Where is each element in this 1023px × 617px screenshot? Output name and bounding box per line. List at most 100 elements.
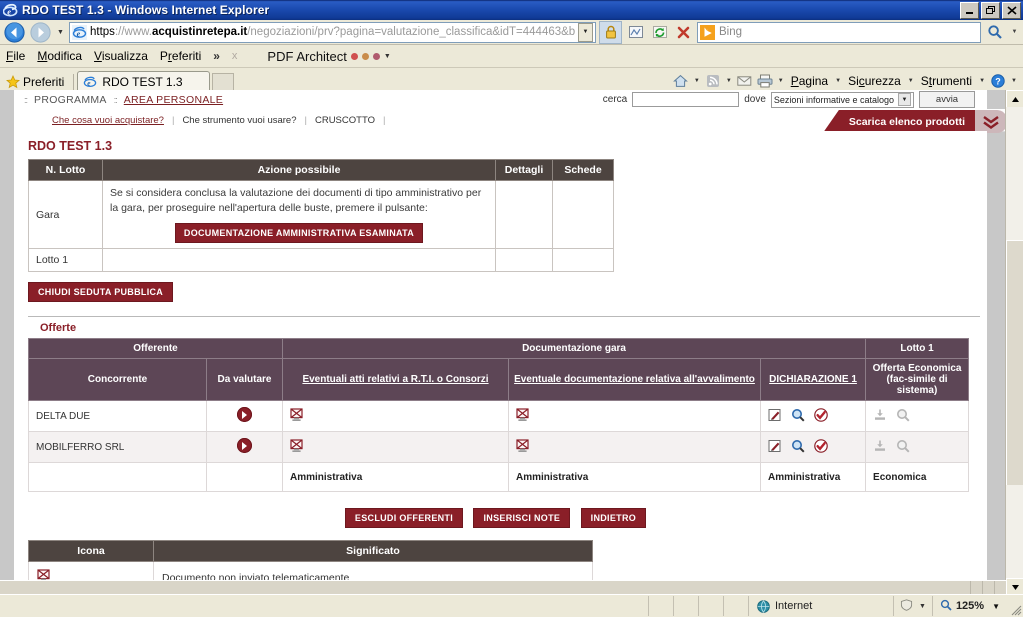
favorites-button[interactable]: Preferiti [4, 72, 70, 91]
nav-area-personale[interactable]: AREA PERSONALE [124, 94, 223, 106]
th-avvalimento[interactable]: Eventuale documentazione relativa all'av… [508, 358, 762, 402]
pdf-architect-toolbar[interactable]: PDF Architect ▼ [267, 49, 390, 64]
offerte-footer-row: Amministrativa Amministrativa Amministra… [28, 462, 970, 493]
pdf-icon-2[interactable] [361, 52, 369, 60]
sicurezza-chevron-down-icon[interactable]: ▼ [906, 78, 916, 84]
arrow-button-icon[interactable] [237, 438, 252, 454]
scarica-elenco-prodotti-button[interactable]: Scarica elenco prodotti [822, 110, 1007, 133]
th-group-documentazione-gara: Documentazione gara [282, 338, 867, 360]
window-resize-handle[interactable] [1007, 595, 1023, 617]
th-icona: Icona [28, 540, 154, 563]
stop-icon[interactable] [673, 22, 694, 43]
pdf-chevron-down-icon[interactable]: ▼ [384, 53, 391, 60]
site-top-bar: :: PROGRAMMA :: AREA PERSONALE cerca dov… [14, 90, 987, 109]
url-dropdown-chevron-down-icon[interactable]: ▼ [578, 22, 593, 42]
subnav-item-0[interactable]: Che cosa vuoi acquistare? [52, 115, 164, 126]
scroll-track-above[interactable] [1006, 107, 1023, 240]
escludi-offerenti-button[interactable]: ESCLUDI OFFERENTI [344, 508, 464, 529]
dove-select[interactable]: Sezioni informative e catalogo ▼ [770, 91, 914, 108]
nav-programma[interactable]: PROGRAMMA [34, 94, 107, 106]
restore-button[interactable] [981, 2, 1000, 19]
browser-tab[interactable]: e RDO TEST 1.3 [77, 71, 210, 92]
subnav-item-1[interactable]: Che strumento vuoi usare? [182, 115, 296, 126]
print-chevron-down-icon[interactable]: ▼ [776, 78, 786, 84]
menu-overflow-icon[interactable]: » [213, 49, 220, 63]
rss-chevron-down-icon[interactable]: ▼ [724, 78, 734, 84]
lock-icon[interactable] [599, 20, 622, 44]
close-button[interactable] [1002, 2, 1021, 19]
compatibility-view-icon[interactable] [625, 22, 646, 43]
dots-icon-1: :: [24, 94, 28, 105]
indietro-button[interactable]: INDIETRO [580, 508, 647, 529]
home-chevron-down-icon[interactable]: ▼ [692, 78, 702, 84]
zoom-chevron-down-icon[interactable]: ▼ [988, 602, 1000, 611]
help-icon[interactable]: ? [989, 72, 1007, 90]
dove-label: dove [744, 94, 766, 105]
cerca-input[interactable] [632, 92, 740, 107]
menu-modifica[interactable]: Modifica [37, 49, 82, 63]
magnifier-icon[interactable] [791, 408, 805, 425]
hsb-cell-1 [970, 581, 982, 595]
pagina-chevron-down-icon[interactable]: ▼ [833, 78, 843, 84]
documentazione-amministrativa-esaminata-button[interactable]: DOCUMENTAZIONE AMMINISTRATIVA ESAMINATA [174, 223, 424, 244]
status-cell-3 [698, 596, 723, 616]
protected-mode-chevron-down-icon[interactable]: ▼ [919, 603, 926, 610]
back-icon[interactable] [3, 21, 26, 43]
protected-mode-cell[interactable]: ▼ [893, 596, 932, 616]
menu-strumenti[interactable]: Strumenti [918, 74, 975, 88]
subnav-item-2[interactable]: CRUSCOTTO [315, 115, 375, 126]
edit-icon[interactable] [768, 408, 782, 425]
vertical-scrollbar[interactable] [1005, 90, 1023, 597]
menu-preferiti[interactable]: Preferiti [160, 49, 201, 63]
search-go-icon[interactable] [984, 22, 1006, 43]
th-offerta-economica: Offerta Economica (fac-simile di sistema… [865, 358, 970, 402]
ie-command-bar: ▼ ▼ ▼ Pagina ▼ Sicurezza ▼ Strumenti ▼ ?… [672, 72, 1019, 90]
avvia-button[interactable]: avvia [919, 91, 975, 108]
window-titlebar: e RDO TEST 1.3 - Windows Internet Explor… [0, 0, 1023, 20]
pdf-icon-1[interactable] [350, 52, 358, 60]
menu-sicurezza[interactable]: Sicurezza [845, 74, 904, 88]
cell-footer-5: Economica [865, 462, 970, 493]
menu-file[interactable]: File [6, 49, 25, 63]
search-options-chevron-down-icon[interactable]: ▼ [1009, 22, 1020, 43]
approved-icon[interactable] [814, 408, 828, 425]
scroll-thumb[interactable] [1006, 240, 1023, 487]
chiudi-seduta-pubblica-button[interactable]: CHIUDI SEDUTA PUBBLICA [28, 282, 174, 303]
arrow-button-icon[interactable] [237, 407, 252, 423]
th-atti-rti[interactable]: Eventuali atti relativi a R.T.I. o Conso… [282, 358, 510, 402]
home-icon[interactable] [672, 72, 690, 90]
refresh-icon[interactable] [649, 22, 670, 43]
window-title: RDO TEST 1.3 - Windows Internet Explorer [22, 3, 270, 17]
minimize-button[interactable] [960, 2, 979, 19]
search-placeholder-text: Bing [719, 26, 743, 38]
security-zone[interactable]: Internet [748, 596, 893, 616]
horizontal-scrollbar[interactable] [0, 580, 1006, 595]
menu-visualizza[interactable]: Visualizza [94, 49, 148, 63]
svg-text:?: ? [995, 76, 1001, 86]
inserisci-note-button[interactable]: INSERISCI NOTE [473, 508, 571, 529]
search-input[interactable]: Bing [697, 21, 981, 43]
edit-icon[interactable] [768, 439, 782, 456]
magnifier-icon[interactable] [791, 439, 805, 456]
cell-offerta-economica-1 [865, 431, 970, 464]
zoom-control[interactable]: 125% ▼ [931, 596, 1007, 616]
url-bar[interactable]: e https://www.acquistinretepa.it/negozia… [69, 21, 596, 43]
scroll-track-below[interactable] [1006, 485, 1023, 578]
cell-avvalimento-1 [508, 431, 762, 464]
dove-chevron-down-icon[interactable]: ▼ [898, 93, 911, 106]
dichiarazione-icon-group-0 [768, 408, 858, 425]
offerte-sub-header-row: Concorrente Da valutare Eventuali atti r… [28, 358, 970, 402]
strumenti-chevron-down-icon[interactable]: ▼ [977, 78, 987, 84]
print-icon[interactable] [756, 72, 774, 90]
tab-favicon-icon: e [83, 75, 98, 90]
approved-icon[interactable] [814, 439, 828, 456]
help-chevron-down-icon[interactable]: ▼ [1009, 78, 1019, 84]
forward-icon[interactable] [29, 21, 52, 43]
th-dichiarazione-1[interactable]: DICHIARAZIONE 1 [760, 358, 867, 402]
recent-pages-chevron-down-icon[interactable]: ▼ [55, 22, 66, 42]
mail-icon[interactable] [736, 72, 754, 90]
rss-icon[interactable] [704, 72, 722, 90]
pdf-icon-3[interactable] [372, 52, 380, 60]
menu-pagina[interactable]: Pagina [788, 74, 831, 88]
menu-close-icon[interactable]: x [232, 50, 238, 62]
